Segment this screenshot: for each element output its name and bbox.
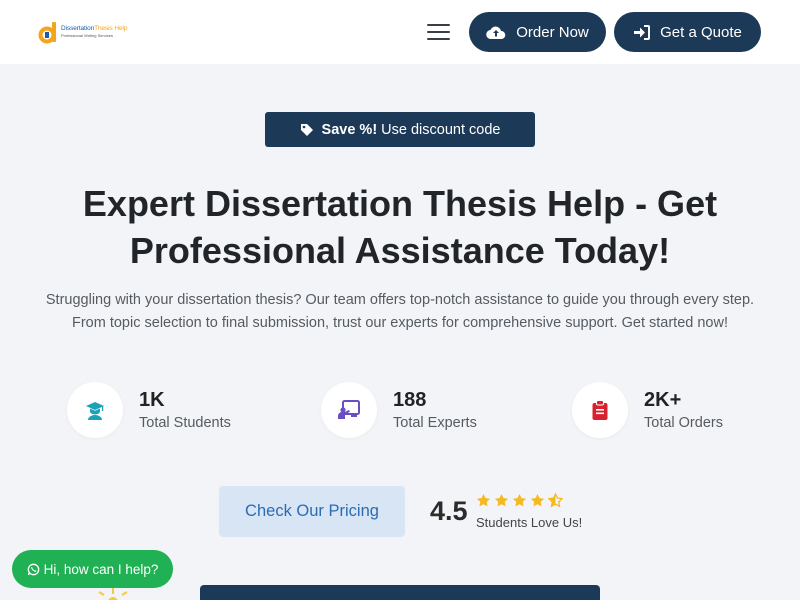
description-line-2: From topic selection to final submission… [71,314,728,331]
get-quote-label: Get a Quote [660,23,742,41]
chat-help-button[interactable]: Hi, how can I help? [12,550,173,588]
logo-text: DissertationThesis Help Professional Wri… [61,26,127,38]
check-pricing-button[interactable]: Check Our Pricing [219,486,405,537]
description-line-1: Struggling with your dissertation thesis… [45,292,755,308]
rating-value: 4.5 [430,496,468,526]
tag-icon [300,123,313,136]
site-logo[interactable]: DissertationThesis Help Professional Wri… [38,20,127,44]
bottom-dark-panel [200,585,600,600]
half-star-icon [548,493,563,508]
teacher-board-icon [338,400,360,419]
page-title: Expert Dissertation Thesis Help - Get Pr… [20,180,780,274]
hamburger-menu-icon[interactable] [427,22,450,42]
clipboard-icon [592,400,608,420]
whatsapp-icon [27,563,39,575]
title-line-1: Expert Dissertation Thesis Help - Get [82,183,718,224]
stat-label: Total Students [139,415,231,431]
title-line-2: Professional Assistance Today! [129,230,671,271]
stat-value: 1K [139,389,165,411]
rating-label: Students Love Us! [476,515,583,530]
hero-description: Struggling with your dissertation thesis… [20,289,780,334]
stat-total-orders: 2K+ Total Orders [572,382,723,438]
stat-label: Total Experts [393,415,477,431]
stat-value: 2K+ [644,389,682,411]
stat-label: Total Orders [644,415,723,431]
stat-value: 188 [393,389,427,411]
graduate-icon [86,402,104,420]
cloud-upload-icon [486,26,506,39]
stat-icon-circle [321,382,377,438]
star-icon [512,493,527,507]
logo-icon [38,20,60,44]
star-icon [530,493,545,507]
star-icon [476,493,491,507]
logo-tagline: Professional Writing Services [61,32,113,38]
stat-total-experts: 188 Total Experts [321,382,477,438]
order-now-label: Order Now [516,23,589,41]
star-icon [494,493,509,507]
order-now-button[interactable]: Order Now [469,12,606,52]
promo-text: Use discount code [381,121,501,138]
stat-icon-circle [572,382,628,438]
stat-total-students: 1K Total Students [67,382,231,438]
discount-promo-badge[interactable]: Save %! Use discount code [265,112,535,147]
chat-help-label: Hi, how can I help? [43,561,159,577]
promo-bold-text: Save %! [321,121,378,138]
logo-name: DissertationThesis Help [61,25,128,33]
top-navbar: DissertationThesis Help Professional Wri… [0,0,800,64]
get-quote-button[interactable]: Get a Quote [614,12,761,52]
sign-in-icon [634,24,651,40]
lightbulb-icon [98,588,128,600]
stat-icon-circle [67,382,123,438]
rating-stars [476,493,566,508]
